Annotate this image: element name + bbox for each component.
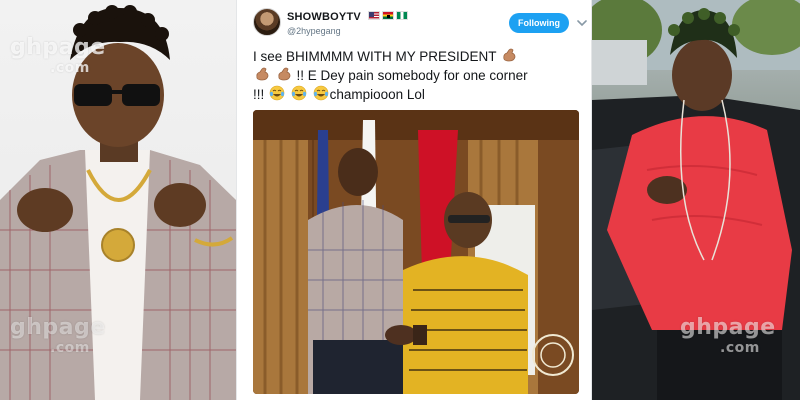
watermark-main: ghpage (10, 315, 106, 340)
left-photo-panel: ghpage .com ghpage .com (0, 0, 236, 400)
watermark-bottom: ghpage .com (10, 315, 106, 358)
tweet-attached-photo[interactable] (253, 110, 579, 394)
user-handle[interactable]: @2hypegang (287, 26, 341, 36)
tweet-text-line2: !! E Dey pain somebody for one corner (296, 68, 528, 83)
user-avatar[interactable] (253, 8, 281, 36)
ghana-flag-icon (382, 11, 394, 20)
meeting-photo (253, 110, 579, 394)
tweet-header: SHOWBOYTV @2hypegang Following (253, 8, 587, 42)
watermark-main: ghpage (680, 315, 776, 340)
tweet-text-line3: champiooon Lol (329, 87, 425, 102)
watermark-main: ghpage (10, 35, 106, 60)
watermark-sub: .com (50, 340, 90, 356)
tweet-text-line3-prefix: !!! (253, 87, 265, 102)
tweet-text-line1: I see BHIMMMM WITH MY PRESIDENT (253, 49, 497, 64)
flexed-biceps-icon (278, 67, 291, 81)
tears-of-joy-icon (269, 85, 285, 101)
display-name[interactable]: SHOWBOYTV (287, 11, 361, 23)
nigeria-flag-icon (396, 11, 408, 20)
us-flag-icon (368, 11, 380, 20)
watermark-top: ghpage .com (10, 35, 106, 78)
chevron-down-icon (577, 19, 587, 26)
flexed-biceps-icon (503, 48, 516, 62)
watermark-right: ghpage .com (680, 315, 776, 358)
tweet-text: I see BHIMMMM WITH MY PRESIDENT !! E Dey… (253, 47, 579, 104)
following-button[interactable]: Following (509, 13, 569, 33)
watermark-sub: .com (720, 340, 760, 356)
tears-of-joy-icon (313, 85, 328, 101)
tears-of-joy-icon (291, 85, 307, 101)
flexed-biceps-icon (256, 67, 269, 81)
more-options-button[interactable] (575, 15, 589, 31)
tweet-card: SHOWBOYTV @2hypegang Following I see BHI… (236, 0, 592, 400)
watermark-sub: .com (50, 60, 90, 76)
right-photo-panel: ghpage .com (592, 0, 800, 400)
flag-emojis (368, 11, 408, 20)
